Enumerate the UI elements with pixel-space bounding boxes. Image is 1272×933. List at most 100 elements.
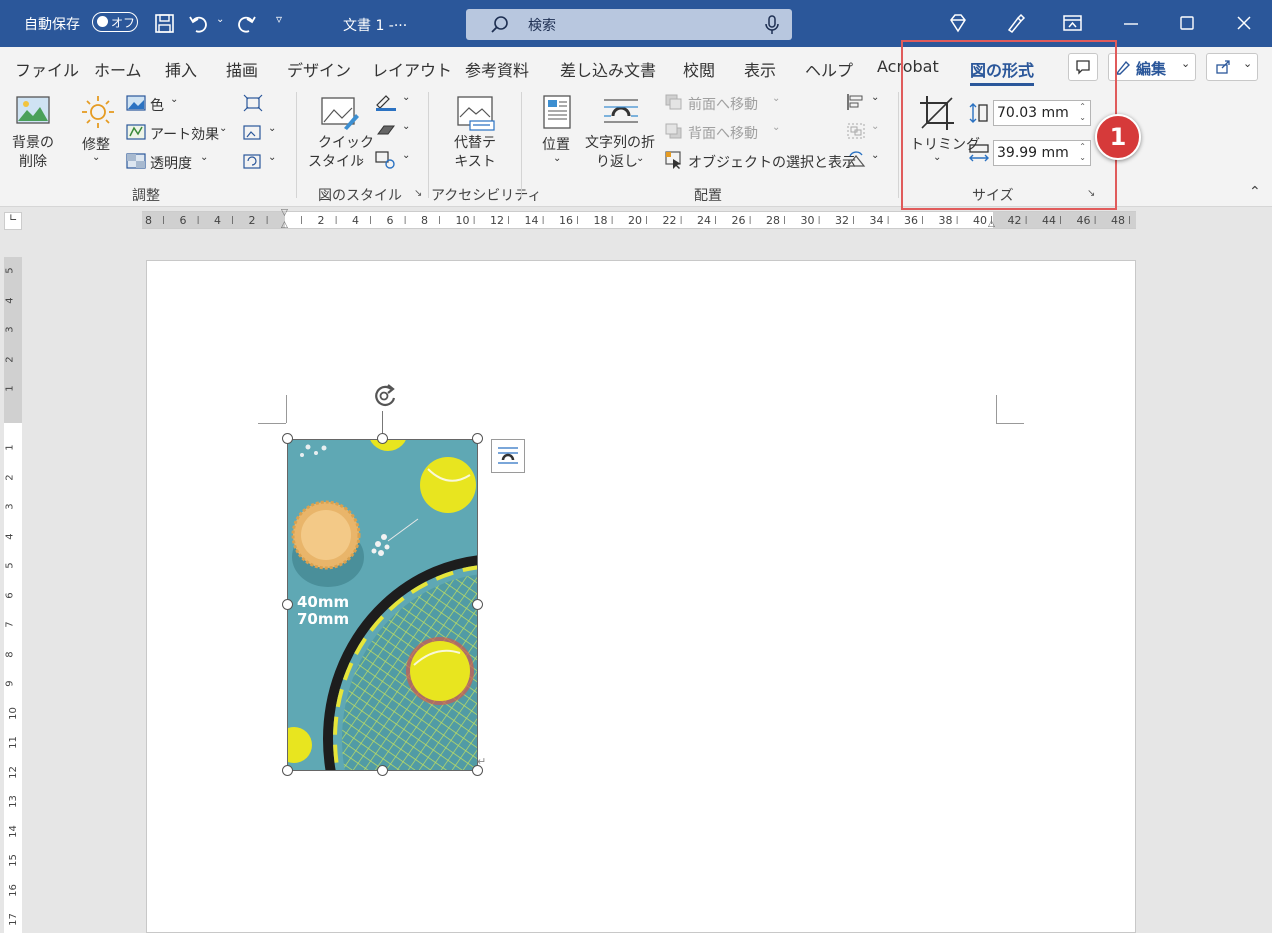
tab-references[interactable]: 参考資料: [465, 57, 529, 81]
customize-qat-icon[interactable]: ▿: [276, 12, 282, 26]
ruler-tick-label: 34: [869, 214, 884, 227]
chevron-down-icon: ⌄: [268, 123, 277, 134]
ruler-tick-label: 2: [317, 214, 325, 227]
chevron-down-icon: ⌄: [871, 121, 880, 132]
ruler-tick-label: 1: [4, 444, 16, 451]
autosave-toggle[interactable]: オフ: [92, 12, 138, 32]
change-picture-icon[interactable]: [243, 123, 263, 141]
tab-home[interactable]: ホーム: [94, 57, 142, 81]
search-box[interactable]: 検索: [466, 9, 792, 40]
resize-handle-right[interactable]: [472, 599, 483, 610]
tab-design[interactable]: デザイン: [287, 57, 351, 81]
selection-pane-button[interactable]: オブジェクトの選択と表示: [688, 152, 856, 172]
resize-handle-bottom-left[interactable]: [282, 765, 293, 776]
edit-mode-button[interactable]: 編集 ⌄: [1108, 53, 1196, 81]
diamond-icon[interactable]: [947, 12, 969, 34]
compress-pictures-icon[interactable]: [243, 94, 263, 112]
rotate-icon[interactable]: [846, 150, 866, 170]
hanging-indent-marker[interactable]: △: [281, 220, 288, 230]
ruler-tick-mark: |: [438, 215, 441, 224]
resize-handle-top[interactable]: [377, 433, 388, 444]
ruler-tick-mark: |: [196, 215, 200, 224]
remove-background-button[interactable]: 背景の 削除: [12, 134, 54, 172]
ruler-tick-mark: |: [783, 215, 786, 224]
ruler-tick-label: 48: [1111, 214, 1125, 227]
share-button[interactable]: ⌄: [1206, 53, 1258, 81]
save-icon[interactable]: [154, 13, 176, 35]
ruler-tick-label: 38: [938, 214, 953, 227]
picture-border-icon[interactable]: [374, 93, 398, 111]
alt-text-button[interactable]: 代替テ キスト: [454, 134, 496, 172]
tab-mailings[interactable]: 差し込み文書: [560, 57, 656, 81]
tab-selector[interactable]: ∟: [4, 212, 22, 230]
resize-handle-top-left[interactable]: [282, 433, 293, 444]
art-effects-icon: [126, 124, 146, 140]
pencil-icon: [1115, 60, 1130, 75]
chevron-down-icon: ⌄: [219, 123, 228, 134]
layout-options-button[interactable]: [491, 439, 525, 473]
tab-draw[interactable]: 描画: [226, 57, 258, 81]
microphone-icon[interactable]: [764, 14, 780, 36]
vertical-ruler[interactable]: 5 4 3 2 1 1 2 3 4 5 6 7 8 9 10 11 12 13 14 15 16 17: [4, 257, 22, 933]
paragraph-mark-icon: ↵: [477, 755, 487, 768]
group-objects-icon[interactable]: [846, 122, 866, 140]
maximize-icon[interactable]: [1179, 15, 1195, 31]
wrap-text-button[interactable]: 文字列の折 り返し: [585, 134, 655, 172]
undo-dropdown-icon[interactable]: ⌄: [216, 14, 224, 25]
tab-file[interactable]: ファイル: [15, 57, 79, 81]
quick-styles-icon: [321, 97, 359, 130]
resize-handle-top-right[interactable]: [472, 433, 483, 444]
right-indent-marker[interactable]: △: [988, 219, 995, 229]
position-button[interactable]: 位置: [542, 134, 570, 154]
reset-picture-icon[interactable]: [243, 152, 263, 170]
corrections-button[interactable]: 修整: [82, 134, 110, 154]
resize-handle-bottom[interactable]: [377, 765, 388, 776]
picture-effects-icon[interactable]: [374, 122, 398, 140]
chevron-down-icon: ⌄: [553, 153, 562, 164]
color-button[interactable]: 色: [150, 95, 164, 115]
ruler-tick-mark: |: [576, 215, 579, 224]
tab-review[interactable]: 校閲: [683, 57, 715, 81]
redo-icon[interactable]: [236, 13, 258, 35]
bring-forward-button[interactable]: 前面へ移動: [688, 94, 758, 114]
selection-pane-icon: [665, 151, 681, 169]
ruler-tick-label: 8: [421, 214, 428, 227]
picture-layout-icon[interactable]: [374, 150, 398, 170]
first-line-indent-marker[interactable]: ▽: [281, 208, 288, 218]
horizontal-ruler[interactable]: 8 | 6 | 4 | 2 | | 2 | 4 | 6 | 8 | 10 | 12 | 14 | 16 | 18 | 20 | 22 | 24…: [142, 208, 1136, 230]
search-icon: [491, 16, 508, 33]
close-icon[interactable]: [1236, 15, 1252, 31]
align-icon[interactable]: [846, 93, 866, 111]
transparency-button[interactable]: 透明度: [150, 153, 192, 173]
document-page[interactable]: 40mm 70mm ↵: [146, 260, 1136, 933]
ruler-tick-mark: |: [507, 215, 510, 224]
resize-handle-left[interactable]: [282, 599, 293, 610]
ruler-tick-label: 14: [524, 214, 539, 227]
rotate-handle-icon[interactable]: [369, 381, 401, 413]
size-highlight-box: [901, 40, 1117, 210]
ruler-tick-label: 8: [4, 650, 16, 658]
chevron-down-icon: ⌄: [92, 152, 101, 163]
ruler-tick-mark: |: [886, 215, 890, 224]
send-backward-button[interactable]: 背面へ移動: [688, 123, 758, 143]
ruler-tick-mark: |: [1024, 215, 1028, 224]
ruler-tick-mark: |: [852, 215, 855, 224]
art-effects-button[interactable]: アート効果: [150, 124, 219, 144]
tab-help[interactable]: ヘルプ: [805, 57, 853, 81]
ruler-tick-label: 20: [628, 214, 642, 227]
undo-icon[interactable]: [188, 13, 210, 35]
ruler-tick-label: 6: [179, 214, 187, 227]
ruler-tick-label: 36: [904, 214, 918, 227]
tab-insert[interactable]: 挿入: [165, 57, 197, 81]
dialog-launcher-icon[interactable]: ↘: [414, 188, 422, 199]
tab-layout[interactable]: レイアウト: [372, 57, 452, 81]
tab-view[interactable]: 表示: [744, 57, 776, 81]
ruler-tick-mark: |: [541, 215, 545, 224]
margin-mark: [258, 423, 286, 424]
designer-pen-icon[interactable]: [1004, 12, 1026, 34]
minimize-icon[interactable]: [1122, 14, 1140, 32]
ribbon-display-icon[interactable]: [1062, 13, 1084, 33]
ruler-tick-label: 3: [4, 503, 16, 510]
collapse-ribbon-icon[interactable]: ⌃: [1249, 184, 1261, 200]
ruler-tick-mark: |: [921, 215, 924, 224]
